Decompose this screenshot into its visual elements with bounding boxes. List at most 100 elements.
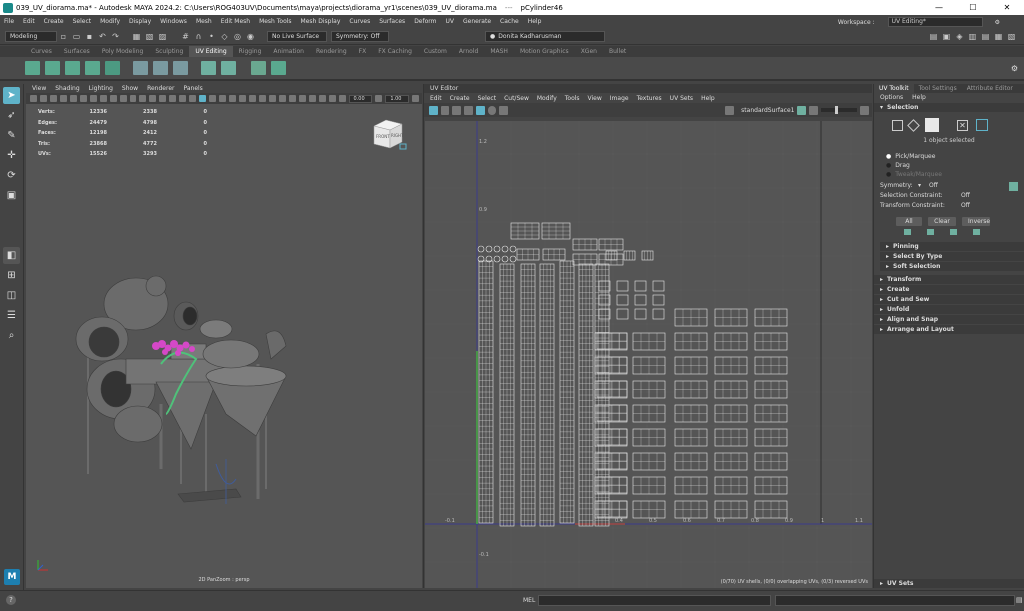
symmetry-axis-icon[interactable] — [1009, 181, 1018, 191]
uv-menu-tools[interactable]: Tools — [565, 95, 580, 102]
clear-button[interactable]: Clear — [928, 217, 956, 226]
shelf-tab-custom[interactable]: Custom — [418, 46, 453, 57]
select-hierarchy-icon[interactable]: ▦ — [132, 32, 141, 41]
uv-sets-section[interactable]: UV Sets — [874, 579, 1024, 588]
vertex-mode-icon[interactable] — [892, 119, 903, 131]
menu-curves[interactable]: Curves — [349, 18, 370, 25]
shelf-tab-fx-caching[interactable]: FX Caching — [372, 46, 418, 57]
viewport-menu-lighting[interactable]: Lighting — [89, 85, 113, 92]
outliner-layout-icon[interactable]: ☰ — [3, 307, 20, 324]
shelf-tab-animation[interactable]: Animation — [267, 46, 310, 57]
uv-menu-modify[interactable]: Modify — [537, 95, 557, 102]
uv-menu-cut-sew[interactable]: Cut/Sew — [504, 95, 529, 102]
shelf-tab-uv-editing[interactable]: UV Editing — [189, 46, 233, 57]
hypershade-icon[interactable]: ◈ — [955, 32, 964, 41]
symmetry-dropdown-icon[interactable]: ▾ — [918, 181, 921, 191]
safe-action-icon[interactable] — [109, 95, 117, 102]
shrink-icon[interactable] — [927, 229, 934, 235]
uv-menu-view[interactable]: View — [588, 95, 602, 102]
workspace-dropdown[interactable]: UV Editing* — [887, 17, 983, 27]
uv-grid-icon[interactable] — [440, 105, 450, 115]
shelf-tab-sculpting[interactable]: Sculpting — [149, 46, 189, 57]
script-language-label[interactable]: MEL — [523, 597, 535, 604]
section-transform[interactable]: Transform — [874, 275, 1024, 284]
menu-display[interactable]: Display — [129, 18, 151, 25]
motion-blur-icon[interactable] — [239, 95, 246, 102]
depth-of-field-icon[interactable] — [258, 95, 266, 102]
uv-select-icon[interactable] — [429, 105, 438, 115]
uv-menu-uv-sets[interactable]: UV Sets — [670, 95, 693, 102]
select-tool-icon[interactable]: ➤ — [3, 87, 20, 104]
menu-select[interactable]: Select — [73, 18, 92, 25]
section-unfold[interactable]: Unfold — [874, 305, 1024, 314]
lasso-tool-icon[interactable]: ➶ — [3, 107, 20, 124]
toolkit-menu-options[interactable]: Options — [880, 93, 903, 102]
display-layer-icon[interactable] — [308, 95, 316, 102]
menu-file[interactable]: File — [4, 18, 14, 25]
shelf-tab-motion-graphics[interactable]: Motion Graphics — [514, 46, 575, 57]
viewport-menu-panels[interactable]: Panels — [183, 85, 202, 92]
maximize-icon[interactable]: ☐ — [956, 3, 990, 12]
uv-snapshot-icon[interactable] — [499, 105, 508, 115]
single-pane-icon[interactable]: ◧ — [3, 247, 20, 264]
select-all-button[interactable]: All — [896, 217, 922, 226]
select-shell-icon[interactable] — [973, 229, 980, 235]
gamma-toggle-icon[interactable] — [808, 105, 818, 115]
menu-mesh-display[interactable]: Mesh Display — [301, 18, 341, 25]
uv-distortion-icon[interactable] — [475, 105, 485, 115]
menu-generate[interactable]: Generate — [463, 18, 491, 25]
menu-surfaces[interactable]: Surfaces — [379, 18, 405, 25]
uv-editor-icon[interactable] — [271, 61, 286, 75]
shadows-icon[interactable] — [179, 95, 187, 102]
smooth-shade-icon[interactable] — [139, 95, 147, 102]
save-scene-icon[interactable]: ▪ — [85, 32, 94, 41]
exposure-toggle-icon[interactable] — [797, 105, 806, 115]
selection-constraint-value[interactable]: Off — [961, 191, 970, 201]
open-scene-icon[interactable]: ▭ — [72, 32, 81, 41]
paint-select-icon[interactable]: ✎ — [3, 127, 20, 144]
modeling-toolkit-icon[interactable]: ▥ — [968, 32, 977, 41]
resolution-gate-icon[interactable] — [79, 95, 87, 102]
spherical-map-icon[interactable] — [65, 61, 80, 75]
view-transform-icon[interactable] — [412, 95, 420, 102]
transform-constraint-value[interactable]: Off — [961, 201, 970, 211]
menu-windows[interactable]: Windows — [160, 18, 187, 25]
cylindrical-map-icon[interactable] — [45, 61, 60, 75]
render-settings-icon[interactable]: ▤ — [929, 32, 938, 41]
rotate-tool-icon[interactable]: ⟳ — [3, 167, 20, 184]
grid-toggle-icon[interactable] — [59, 95, 67, 102]
menu-create[interactable]: Create — [44, 18, 64, 25]
select-object-icon[interactable]: ▧ — [145, 32, 154, 41]
shelf-tab-rendering[interactable]: Rendering — [310, 46, 353, 57]
shelf-tab-mash[interactable]: MASH — [484, 46, 514, 57]
exposure-slider[interactable] — [820, 106, 858, 114]
layout-icon[interactable] — [221, 61, 236, 75]
move-sew-icon[interactable] — [173, 61, 188, 75]
uv-texture-space[interactable]: 1.2 0.9 -0.1 -0.1 0.4 0.5 0.6 0.7 0.8 0.9 1 1.1 — [425, 121, 872, 588]
uv-shell-icon[interactable] — [452, 105, 462, 115]
redo-icon[interactable]: ↷ — [111, 32, 120, 41]
camera-icon[interactable] — [30, 95, 37, 102]
hud-icon[interactable] — [298, 95, 306, 102]
unfold-icon[interactable] — [201, 61, 216, 75]
section-arrange-and-layout[interactable]: Arrange and Layout — [874, 325, 1024, 334]
script-editor-icon[interactable]: ▤ — [1016, 596, 1023, 604]
menu-modify[interactable]: Modify — [100, 18, 120, 25]
snap-surface-icon[interactable]: ◎ — [233, 32, 242, 41]
toolkit-menu-help[interactable]: Help — [912, 93, 926, 102]
shelf-options-icon[interactable]: ⚙ — [1011, 64, 1018, 73]
tool-settings-icon[interactable]: ▧ — [1007, 32, 1016, 41]
resolution-icon[interactable] — [318, 95, 326, 102]
sew-uv-icon[interactable] — [153, 61, 168, 75]
minimize-icon[interactable]: — — [922, 3, 956, 12]
inverse-button[interactable]: Inverse — [962, 217, 990, 226]
uv-canvas[interactable]: 1.2 0.9 -0.1 -0.1 0.4 0.5 0.6 0.7 0.8 0.9 1 1.1 — [425, 121, 872, 588]
viewport-menu-show[interactable]: Show — [122, 85, 138, 92]
section-align-and-snap[interactable]: Align and Snap — [874, 315, 1024, 324]
menu-uv[interactable]: UV — [446, 18, 455, 25]
snap-curve-icon[interactable]: ∩ — [194, 32, 203, 41]
shelf-tab-arnold[interactable]: Arnold — [453, 46, 484, 57]
section-cut-and-sew[interactable]: Cut and Sew — [874, 295, 1024, 304]
symmetry-value[interactable]: Off — [929, 181, 1009, 191]
exposure-field[interactable]: 0.00 — [348, 94, 373, 103]
